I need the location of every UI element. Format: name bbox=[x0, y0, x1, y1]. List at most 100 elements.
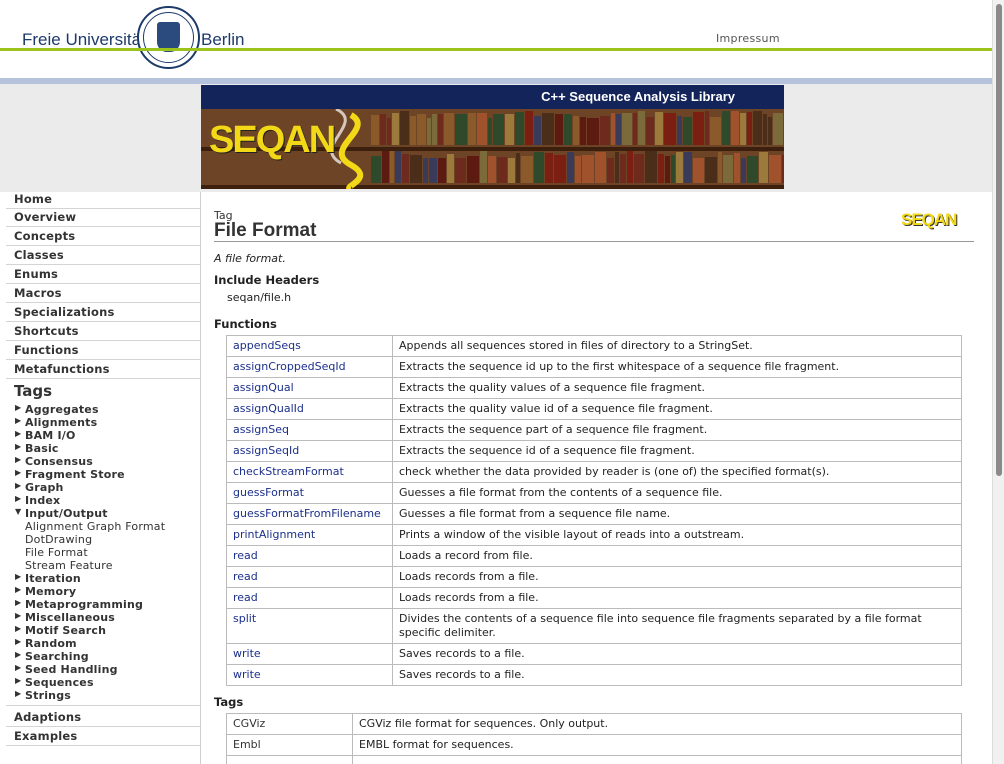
collapse-triangle-icon[interactable]: ▼ bbox=[15, 507, 21, 516]
nav-overview[interactable]: Overview bbox=[14, 210, 76, 224]
functions-table: appendSeqs Appends all sequences stored i… bbox=[226, 335, 962, 686]
nav-tag-searching[interactable]: ▶ Searching bbox=[15, 650, 89, 663]
function-link[interactable]: read bbox=[233, 549, 258, 562]
nav-tag-sequences[interactable]: ▶ Sequences bbox=[15, 676, 94, 689]
nav-tag-graph[interactable]: ▶ Graph bbox=[15, 481, 64, 494]
include-file: seqan/file.h bbox=[227, 291, 292, 304]
nav-concepts[interactable]: Concepts bbox=[14, 229, 75, 243]
function-link[interactable]: assignQual bbox=[233, 381, 294, 394]
seqan-banner: C++ Sequence Analysis Library SEQAN bbox=[201, 85, 784, 189]
tag-link[interactable]: Embl bbox=[233, 738, 261, 751]
tag-name-cell bbox=[226, 755, 353, 764]
nav-home[interactable]: Home bbox=[14, 192, 52, 206]
scrollbar-thumb[interactable] bbox=[996, 4, 1002, 476]
function-name-cell: guessFormat bbox=[226, 482, 393, 504]
seqan-logo[interactable]: SEQAN bbox=[209, 119, 336, 162]
expand-triangle-icon[interactable]: ▶ bbox=[15, 611, 21, 620]
function-description: Divides the contents of a sequence file … bbox=[392, 608, 962, 644]
expand-triangle-icon[interactable]: ▶ bbox=[15, 572, 21, 581]
impressum-link[interactable]: Impressum bbox=[716, 32, 780, 45]
expand-triangle-icon[interactable]: ▶ bbox=[15, 598, 21, 607]
nav-tag-seed-handling[interactable]: ▶ Seed Handling bbox=[15, 663, 118, 676]
function-name-cell: printAlignment bbox=[226, 524, 393, 546]
tags-table: CGViz CGViz file format for sequences. On… bbox=[226, 713, 962, 764]
tag-name-cell: Embl bbox=[226, 734, 353, 756]
vertical-scrollbar[interactable] bbox=[992, 0, 1004, 764]
nav-subitem-alignment-graph-format[interactable]: Alignment Graph Format bbox=[25, 520, 165, 533]
function-link[interactable]: split bbox=[233, 612, 256, 625]
function-link[interactable]: checkStreamFormat bbox=[233, 465, 344, 478]
expand-triangle-icon[interactable]: ▶ bbox=[15, 663, 21, 672]
nav-classes[interactable]: Classes bbox=[14, 248, 64, 262]
expand-triangle-icon[interactable]: ▶ bbox=[15, 585, 21, 594]
expand-triangle-icon[interactable]: ▶ bbox=[15, 481, 21, 490]
expand-triangle-icon[interactable]: ▶ bbox=[15, 650, 21, 659]
function-link[interactable]: printAlignment bbox=[233, 528, 315, 541]
expand-triangle-icon[interactable]: ▶ bbox=[15, 468, 21, 477]
nav-tag-metaprogramming[interactable]: ▶ Metaprogramming bbox=[15, 598, 143, 611]
function-link[interactable]: guessFormat bbox=[233, 486, 304, 499]
function-link[interactable]: write bbox=[233, 647, 261, 660]
nav-tag-miscellaneous[interactable]: ▶ Miscellaneous bbox=[15, 611, 115, 624]
nav-metafunctions[interactable]: Metafunctions bbox=[14, 362, 110, 376]
tag-link[interactable]: CGViz bbox=[233, 717, 265, 730]
tag-link[interactable] bbox=[233, 759, 237, 764]
nav-enums[interactable]: Enums bbox=[14, 267, 58, 281]
nav-tag-consensus[interactable]: ▶ Consensus bbox=[15, 455, 93, 468]
function-description: Loads records from a file. bbox=[392, 587, 962, 609]
function-link[interactable]: assignSeqId bbox=[233, 444, 299, 457]
expand-triangle-icon[interactable]: ▶ bbox=[15, 455, 21, 464]
function-name-cell: read bbox=[226, 566, 393, 588]
function-description: Saves records to a file. bbox=[392, 643, 962, 665]
function-row: write Saves records to a file. bbox=[226, 664, 962, 686]
nav-subitem-file-format[interactable]: File Format bbox=[25, 546, 88, 559]
expand-triangle-icon[interactable]: ▶ bbox=[15, 429, 21, 438]
function-description: Appends all sequences stored in files of… bbox=[392, 335, 962, 357]
function-link[interactable]: assignCroppedSeqId bbox=[233, 360, 346, 373]
expand-triangle-icon[interactable]: ▶ bbox=[15, 403, 21, 412]
function-name-cell: appendSeqs bbox=[226, 335, 393, 357]
nav-examples[interactable]: Examples bbox=[14, 729, 77, 743]
nav-tag-alignments[interactable]: ▶ Alignments bbox=[15, 416, 97, 429]
function-link[interactable]: assignSeq bbox=[233, 423, 289, 436]
tag-description: EMBL format for sequences. bbox=[352, 734, 962, 756]
nav-tag-bam-io[interactable]: ▶ BAM I/O bbox=[15, 429, 76, 442]
function-description: Extracts the sequence id of a sequence f… bbox=[392, 440, 962, 462]
tags-heading: Tags bbox=[214, 695, 244, 709]
function-row: appendSeqs Appends all sequences stored i… bbox=[226, 335, 962, 357]
nav-adaptions[interactable]: Adaptions bbox=[14, 710, 81, 724]
function-link[interactable]: guessFormatFromFilename bbox=[233, 507, 381, 520]
nav-macros[interactable]: Macros bbox=[14, 286, 62, 300]
university-seal-logo[interactable] bbox=[137, 6, 200, 69]
main-content: Tag File Format SEQAN A file format. Inc… bbox=[201, 192, 992, 764]
nav-tag-index[interactable]: ▶ Index bbox=[15, 494, 60, 507]
functions-heading: Functions bbox=[214, 317, 277, 331]
nav-tag-memory[interactable]: ▶ Memory bbox=[15, 585, 76, 598]
nav-functions[interactable]: Functions bbox=[14, 343, 79, 357]
nav-tag-strings[interactable]: ▶ Strings bbox=[15, 689, 71, 702]
function-link[interactable]: appendSeqs bbox=[233, 339, 301, 352]
nav-tag-motif-search[interactable]: ▶ Motif Search bbox=[15, 624, 106, 637]
expand-triangle-icon[interactable]: ▶ bbox=[15, 442, 21, 451]
nav-specializations[interactable]: Specializations bbox=[14, 305, 115, 319]
function-link[interactable]: assignQualId bbox=[233, 402, 304, 415]
expand-triangle-icon[interactable]: ▶ bbox=[15, 637, 21, 646]
expand-triangle-icon[interactable]: ▶ bbox=[15, 494, 21, 503]
expand-triangle-icon[interactable]: ▶ bbox=[15, 624, 21, 633]
nav-tag-input-output[interactable]: ▼ Input/Output bbox=[15, 507, 108, 520]
expand-triangle-icon[interactable]: ▶ bbox=[15, 689, 21, 698]
nav-tag-aggregates[interactable]: ▶ Aggregates bbox=[15, 403, 99, 416]
expand-triangle-icon[interactable]: ▶ bbox=[15, 676, 21, 685]
function-link[interactable]: write bbox=[233, 668, 261, 681]
nav-subitem-stream-feature[interactable]: Stream Feature bbox=[25, 559, 113, 572]
nav-tag-iteration[interactable]: ▶ Iteration bbox=[15, 572, 81, 585]
function-link[interactable]: read bbox=[233, 570, 258, 583]
expand-triangle-icon[interactable]: ▶ bbox=[15, 416, 21, 425]
nav-tag-basic[interactable]: ▶ Basic bbox=[15, 442, 59, 455]
function-link[interactable]: read bbox=[233, 591, 258, 604]
nav-tag-random[interactable]: ▶ Random bbox=[15, 637, 77, 650]
nav-shortcuts[interactable]: Shortcuts bbox=[14, 324, 79, 338]
nav-tag-fragment-store[interactable]: ▶ Fragment Store bbox=[15, 468, 125, 481]
nav-subitem-dotdrawing[interactable]: DotDrawing bbox=[25, 533, 92, 546]
function-row: assignCroppedSeqId Extracts the sequence … bbox=[226, 356, 962, 378]
